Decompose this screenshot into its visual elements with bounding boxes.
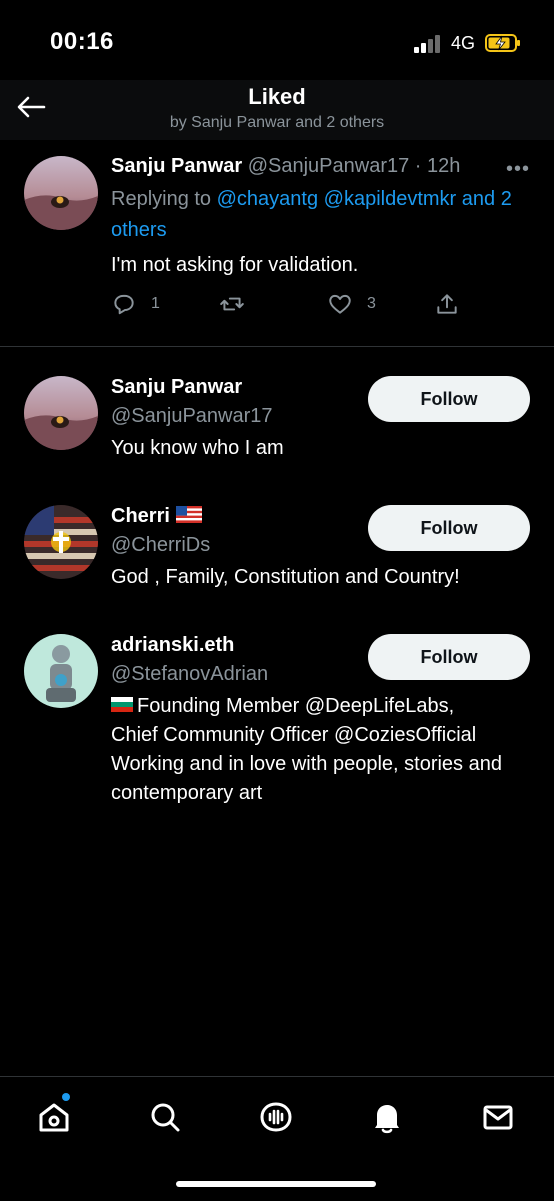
bell-icon [375, 1105, 399, 1134]
share-action[interactable] [434, 290, 460, 318]
replying-and: and [456, 188, 496, 210]
battery-icon [485, 34, 521, 52]
tweet-header: Sanju Panwar @SanjuPanwar17 · 12h [111, 155, 460, 178]
like-count: 3 [367, 295, 376, 312]
tab-home[interactable] [34, 1097, 74, 1137]
mail-icon [483, 1105, 513, 1130]
bulgaria-flag-icon [111, 697, 133, 713]
network-label: 4G [451, 33, 476, 53]
home-icon [39, 1103, 69, 1132]
page-title: Liked [248, 84, 306, 109]
user-handle: @CherriDs [111, 534, 211, 556]
user-name[interactable]: Sanju Panwar [111, 376, 242, 399]
heart-icon [329, 294, 351, 314]
replying-users-link[interactable]: @chayantg @kapildevtmkr [217, 188, 457, 210]
tab-spaces[interactable] [256, 1097, 296, 1137]
follow-button[interactable]: Follow [368, 376, 530, 422]
tab-messages[interactable] [478, 1097, 518, 1137]
avatar[interactable] [24, 634, 98, 708]
page-subtitle: by Sanju Panwar and 2 others [169, 114, 385, 131]
reply-count: 1 [151, 295, 160, 312]
user-handle: @SanjuPanwar17 [111, 405, 273, 427]
tweet-author-name[interactable]: Sanju Panwar [111, 155, 242, 177]
user-cell[interactable]: Cherri @CherriDs God , Family, Constitut… [0, 505, 554, 633]
replying-to: Replying to @chayantg @kapildevtmkr and … [111, 184, 541, 246]
user-bio-line1: Founding Member @DeepLifeLabs, [137, 695, 455, 717]
status-bar: 00:16 4G [0, 0, 554, 88]
search-icon [151, 1103, 180, 1132]
user-bio: You know who I am [111, 437, 284, 459]
user-name-text: Cherri [111, 505, 170, 527]
reply-icon [114, 294, 134, 315]
reply-action[interactable]: 1 [111, 290, 160, 318]
status-time: 00:16 [50, 28, 114, 55]
avatar[interactable] [24, 376, 98, 450]
tab-search[interactable] [145, 1097, 185, 1137]
user-name[interactable]: adrianski.eth [111, 634, 234, 657]
replying-prefix: Replying to [111, 188, 217, 210]
more-options-icon[interactable]: ••• [506, 158, 530, 181]
follow-button[interactable]: Follow [368, 505, 530, 551]
retweet-action[interactable] [219, 290, 245, 318]
notification-dot [62, 1093, 70, 1101]
tweet[interactable]: Sanju Panwar @SanjuPanwar17 · 12h ••• Re… [0, 140, 554, 347]
us-flag-icon [175, 506, 202, 524]
user-cell[interactable]: adrianski.eth @StefanovAdrian Founding M… [0, 634, 554, 814]
user-bio: God , Family, Constitution and Country! [111, 566, 460, 588]
tweet-time: · 12h [414, 155, 461, 177]
user-cell[interactable]: Sanju Panwar @SanjuPanwar17 You know who… [0, 376, 554, 504]
avatar[interactable] [24, 156, 98, 230]
user-name[interactable]: Cherri [111, 505, 202, 528]
tab-notifications[interactable] [367, 1097, 407, 1137]
signal-icon [414, 35, 444, 53]
tweet-text: I'm not asking for validation. [111, 254, 359, 276]
retweet-icon [220, 297, 244, 311]
follow-button[interactable]: Follow [368, 634, 530, 680]
home-indicator[interactable] [176, 1181, 376, 1187]
user-bio: Founding Member @DeepLifeLabs, Chief Comm… [111, 692, 531, 808]
like-action[interactable]: 3 [327, 290, 376, 318]
page-header: Liked by Sanju Panwar and 2 others [0, 80, 554, 140]
tweet-author-handle: @SanjuPanwar17 [247, 155, 410, 177]
spaces-icon [260, 1102, 292, 1132]
user-bio-rest: Chief Community Officer @CoziesOfficial … [111, 724, 502, 804]
share-icon [437, 294, 457, 314]
avatar[interactable] [24, 505, 98, 579]
user-handle: @StefanovAdrian [111, 663, 269, 685]
